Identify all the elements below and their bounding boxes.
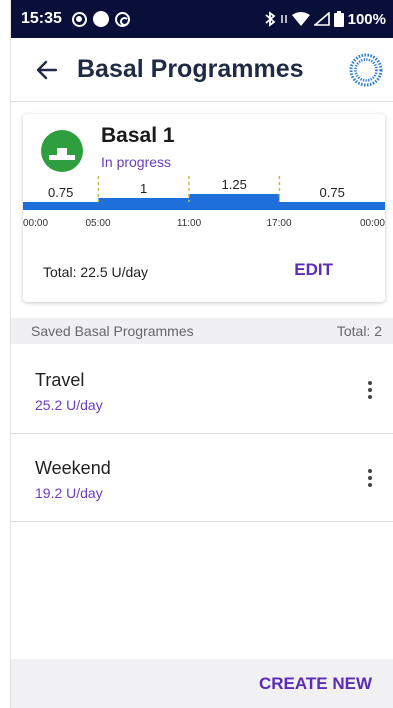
rate-segment-label: 1.25 [222,177,247,192]
more-options-icon[interactable] [358,376,382,404]
active-basal-card: Basal 1 In progress 0.75 1 1.25 0.75 00:00 … [23,114,385,302]
rate-segment-label: 0.75 [48,185,73,200]
time-label: 11:00 [177,218,202,229]
app-screen: 15:35 100% Basal Programmes Basal 1 In p… [10,0,393,708]
bluetooth-icon [265,11,276,27]
rate-segment-bar [188,194,280,203]
app-header: Basal Programmes [11,38,393,102]
rate-segment-label: 1 [140,181,147,196]
arrow-left-icon [36,60,58,79]
signal-icon [313,12,330,26]
sync-icon [114,11,130,27]
edit-button[interactable]: EDIT [294,260,333,280]
programme-item-name: Weekend [35,458,111,478]
status-right-icons: 100% [264,11,386,28]
list-item[interactable]: Travel 25.2 U/day [11,346,393,434]
programme-item-rate: 19.2 U/day [35,485,103,501]
programme-total: Total: 22.5 U/day [43,264,149,280]
time-label: 00:00 [23,218,48,229]
saved-count: Total: 2 [336,323,382,339]
record-icon [71,11,87,27]
status-bar: 15:35 100% [11,0,393,38]
saved-section-header: Saved Basal Programmes Total: 2 [11,318,393,344]
time-label: 00:00 [360,218,385,229]
time-label: 05:00 [85,218,110,229]
programme-name: Basal 1 [101,124,175,147]
programme-item-rate: 25.2 U/day [35,397,103,413]
back-button[interactable] [25,48,69,92]
data-arrows-icon [280,15,287,23]
status-time: 15:35 [21,10,62,27]
battery-icon [333,11,344,27]
battery-percent: 100% [347,10,386,28]
circle-icon [92,11,109,27]
create-new-button[interactable]: CREATE NEW [259,674,372,694]
list-item[interactable]: Weekend 19.2 U/day [11,434,393,522]
status-left-icons [71,11,130,27]
pod-status-icon[interactable] [348,52,384,88]
footer-bar: CREATE NEW [11,659,393,708]
rate-segment-label: 0.75 [320,185,345,200]
basal-rate-chart: 0.75 1 1.25 0.75 00:00 05:00 11:00 17:00 00… [23,176,385,229]
rate-baseline [23,202,385,210]
page-title: Basal Programmes [77,55,304,83]
programme-item-name: Travel [35,370,85,390]
more-options-icon[interactable] [358,464,382,492]
programme-status: In progress [101,154,172,170]
basal-programme-icon [41,130,83,172]
saved-section-title: Saved Basal Programmes [31,323,194,339]
time-label: 17:00 [266,218,291,229]
wifi-icon [291,12,310,26]
